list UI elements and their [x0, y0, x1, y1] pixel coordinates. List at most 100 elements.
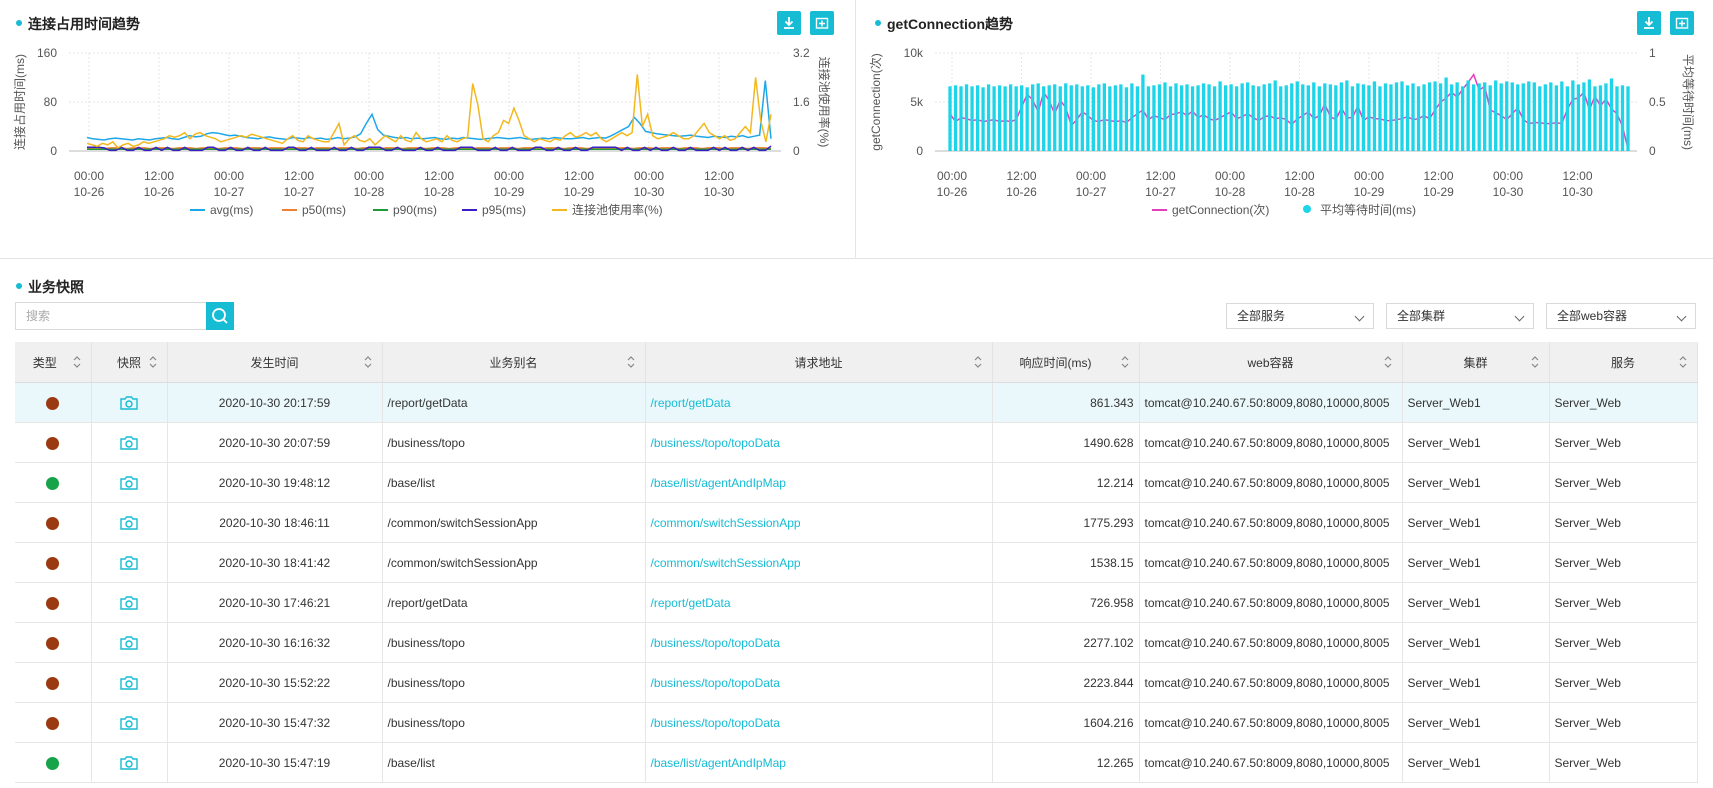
- bar: [1328, 84, 1332, 151]
- sort-icon[interactable]: [1531, 355, 1539, 369]
- table-cell: tomcat@10.240.67.50:8009,8080,10000,8005: [1139, 382, 1403, 423]
- request-url-link[interactable]: /base/list/agentAndIpMap: [651, 476, 786, 490]
- table-cell: 2020-10-30 15:47:19: [167, 742, 383, 783]
- table-cell: 2020-10-30 17:46:21: [167, 582, 383, 623]
- status-indicator: [46, 596, 60, 610]
- table-cell: 2020-10-30 19:48:12: [167, 462, 383, 503]
- table-row[interactable]: 2020-10-30 15:52:22/business/topo/busine…: [15, 662, 1698, 703]
- camera-icon[interactable]: [119, 634, 139, 652]
- column-header[interactable]: 响应时间(ms): [992, 342, 1140, 383]
- bar: [1168, 86, 1173, 151]
- sort-icon[interactable]: [1679, 355, 1687, 369]
- request-url-link[interactable]: /business/topo/topoData: [651, 636, 780, 650]
- request-url-link[interactable]: /business/topo/topoData: [651, 436, 780, 450]
- table-row[interactable]: 2020-10-30 15:47:19/base/list/base/list/…: [15, 742, 1698, 783]
- bar: [1102, 83, 1106, 151]
- business-alias: /report/getData: [387, 395, 468, 410]
- bar: [1290, 83, 1294, 151]
- camera-icon[interactable]: [119, 554, 139, 572]
- chevron-down-icon: [1514, 311, 1525, 322]
- camera-icon[interactable]: [119, 714, 139, 732]
- request-url-link[interactable]: /base/list/agentAndIpMap: [651, 756, 786, 770]
- column-header[interactable]: 快照: [91, 342, 168, 383]
- service-name: Server_Web: [1554, 755, 1621, 770]
- table-cell: Server_Web1: [1402, 382, 1550, 423]
- camera-icon[interactable]: [119, 514, 139, 532]
- cluster-name: Server_Web1: [1407, 475, 1481, 490]
- table-cell: [91, 582, 168, 623]
- x-tick-label: 00:00: [1076, 169, 1106, 183]
- request-url-link[interactable]: /report/getData: [651, 396, 731, 410]
- sort-icon[interactable]: [73, 355, 81, 369]
- legend-swatch: [1303, 205, 1311, 213]
- search-input[interactable]: [15, 302, 206, 330]
- table-row[interactable]: 2020-10-30 20:07:59/business/topo/busine…: [15, 422, 1698, 463]
- x-tick-label: 10-27: [1145, 185, 1176, 199]
- y2-axis-title: 连接池使用率(%): [817, 57, 832, 148]
- bar: [1339, 82, 1344, 151]
- request-url-link[interactable]: /common/switchSessionApp: [651, 556, 801, 570]
- x-tick-label: 00:00: [1354, 169, 1384, 183]
- column-header[interactable]: web容器: [1139, 342, 1403, 383]
- bar: [1284, 85, 1288, 151]
- column-header[interactable]: 发生时间: [167, 342, 383, 383]
- bar: [1262, 84, 1266, 151]
- sort-icon[interactable]: [149, 355, 157, 369]
- table-row[interactable]: 2020-10-30 17:46:21/report/getData/repor…: [15, 582, 1698, 623]
- column-header[interactable]: 请求地址: [645, 342, 993, 383]
- sort-icon[interactable]: [364, 355, 372, 369]
- table-cell: Server_Web: [1549, 542, 1698, 583]
- sort-icon[interactable]: [627, 355, 635, 369]
- camera-icon[interactable]: [119, 754, 139, 772]
- table-row[interactable]: 2020-10-30 15:47:32/business/topo/busine…: [15, 702, 1698, 743]
- bar: [997, 85, 1002, 151]
- table-row[interactable]: 2020-10-30 16:16:32/business/topo/busine…: [15, 622, 1698, 663]
- camera-icon[interactable]: [119, 674, 139, 692]
- camera-icon[interactable]: [119, 594, 139, 612]
- search-button[interactable]: [206, 302, 234, 330]
- x-tick-label: 10-26: [1006, 185, 1037, 199]
- sort-icon[interactable]: [1121, 355, 1129, 369]
- table-cell: [91, 702, 168, 743]
- table-row[interactable]: 2020-10-30 18:41:42/common/switchSession…: [15, 542, 1698, 583]
- sort-icon[interactable]: [1384, 355, 1392, 369]
- request-url-link[interactable]: /report/getData: [651, 596, 731, 610]
- table-cell: tomcat@10.240.67.50:8009,8080,10000,8005: [1139, 502, 1403, 543]
- table-cell: Server_Web: [1549, 422, 1698, 463]
- container-filter-select[interactable]: 全部web容器: [1546, 303, 1696, 329]
- column-header[interactable]: 业务别名: [382, 342, 646, 383]
- request-url-link[interactable]: /common/switchSessionApp: [651, 516, 801, 530]
- request-url-link[interactable]: /business/topo/topoData: [651, 676, 780, 690]
- bar: [1317, 86, 1321, 151]
- service-name: Server_Web: [1554, 715, 1621, 730]
- table-body: 2020-10-30 20:17:59/report/getData/repor…: [15, 382, 1698, 783]
- bar: [1389, 84, 1393, 151]
- table-row[interactable]: 2020-10-30 20:17:59/report/getData/repor…: [15, 382, 1698, 423]
- request-url-link[interactable]: /business/topo/topoData: [651, 716, 780, 730]
- web-container: tomcat@10.240.67.50:8009,8080,10000,8005: [1144, 675, 1390, 690]
- camera-icon[interactable]: [119, 394, 139, 412]
- table-cell: Server_Web: [1549, 582, 1698, 623]
- occurred-time: 2020-10-30 19:48:12: [218, 475, 331, 490]
- service-name: Server_Web: [1554, 515, 1621, 530]
- web-container: tomcat@10.240.67.50:8009,8080,10000,8005: [1144, 395, 1390, 410]
- y-tick-label: 160: [37, 46, 57, 60]
- bar: [1185, 84, 1189, 151]
- camera-icon[interactable]: [119, 434, 139, 452]
- table-row[interactable]: 2020-10-30 19:48:12/base/list/base/list/…: [15, 462, 1698, 503]
- column-header[interactable]: 类型: [15, 342, 92, 383]
- cluster-filter-select[interactable]: 全部集群: [1386, 303, 1534, 329]
- table-cell: /base/list/agentAndIpMap: [645, 462, 993, 503]
- camera-icon[interactable]: [119, 474, 139, 492]
- table-row[interactable]: 2020-10-30 18:46:11/common/switchSession…: [15, 502, 1698, 543]
- x-tick-label: 12:00: [424, 169, 454, 183]
- legend-label: p50(ms): [302, 203, 346, 217]
- bar: [1064, 83, 1068, 151]
- column-header[interactable]: 服务: [1549, 342, 1698, 383]
- sort-icon[interactable]: [974, 355, 982, 369]
- table-cell: [91, 502, 168, 543]
- service-filter-select[interactable]: 全部服务: [1226, 303, 1374, 329]
- response-time: 861.343: [1090, 395, 1134, 410]
- bar: [1279, 86, 1283, 151]
- column-header[interactable]: 集群: [1402, 342, 1550, 383]
